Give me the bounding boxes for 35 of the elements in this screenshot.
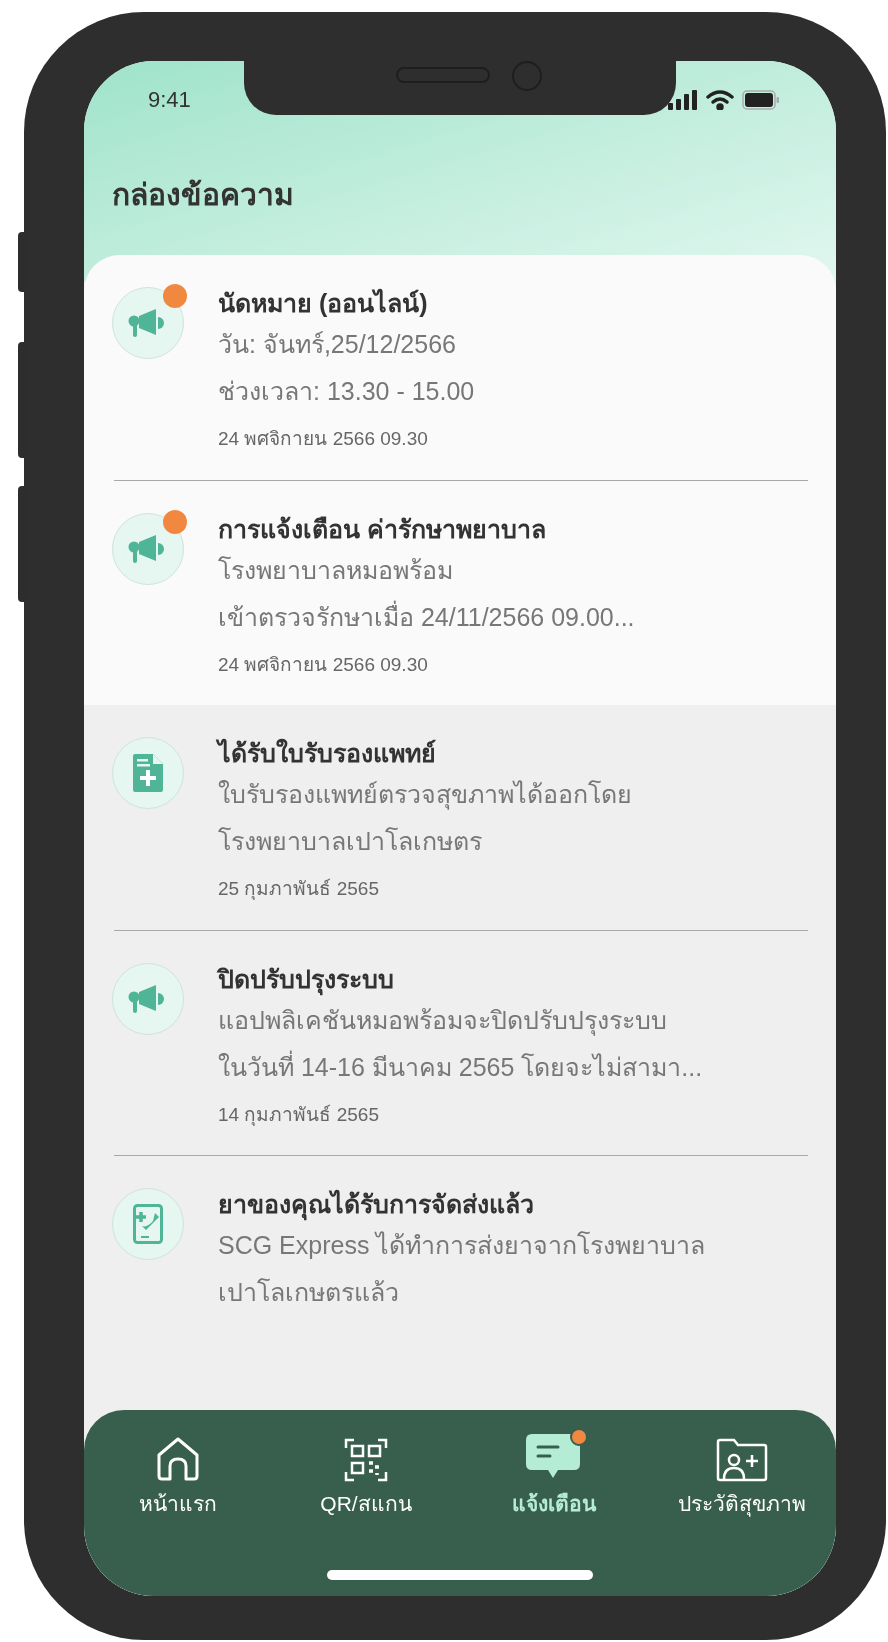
message-date: 24 พศจิกายน 2566 09.30 bbox=[218, 427, 429, 451]
wifi-icon bbox=[706, 89, 734, 110]
nav-tab[interactable]: QR/สแกน bbox=[281, 1432, 451, 1520]
page-title: กล่องข้อความ bbox=[112, 177, 295, 213]
nav-tab[interactable]: ประวัติสุขภาพ bbox=[657, 1432, 827, 1520]
message-item[interactable]: การแจ้งเตือน ค่ารักษาพยาบาล โรงพยาบาลหมอพร้อม เข้าตรวจรักษาเมื่อ 24/11/2566 09.00... 24 พศจิกายน 2566 09.30 bbox=[84, 480, 836, 705]
message-title: นัดหมาย (ออนไลน์) bbox=[218, 287, 429, 319]
status-time: 9:41 bbox=[148, 86, 191, 114]
message-text: ใบรับรองแพทย์ตรวจสุขภาพได้ออกโดย bbox=[218, 779, 632, 812]
phone-medical-icon bbox=[133, 1204, 163, 1244]
message-item[interactable]: นัดหมาย (ออนไลน์) วัน: จันทร์,25/12/2566 ช่วงเวลา: 13.30 - 15.00 24 พศจิกายน 2566 09.30 bbox=[84, 255, 836, 481]
message-title: การแจ้งเตือน ค่ารักษาพยาบาล bbox=[218, 513, 547, 545]
message-title: ยาของคุณได้รับการจัดส่งแล้ว bbox=[218, 1186, 706, 1222]
message-date: 25 กุมภาพันธ์ 2565 bbox=[218, 877, 380, 902]
message-text: วัน: จันทร์,25/12/2566 bbox=[218, 329, 457, 360]
qr-code-icon bbox=[344, 1438, 388, 1482]
message-title: ปิดปรับปรุงระบบ bbox=[218, 960, 703, 997]
nav-tab[interactable]: แจ้งเตือน bbox=[469, 1432, 639, 1520]
message-text: ในวันที่ 14-16 มีนาคม 2565 โดยจะไม่สามา... bbox=[218, 1049, 703, 1083]
message-text: แอปพลิเคชันหมอพร้อมจะปิดปรับปรุงระบบ bbox=[218, 1004, 668, 1038]
message-text: เข้าตรวจรักษาเมื่อ 24/11/2566 09.00... bbox=[218, 599, 635, 633]
folder-person-icon bbox=[716, 1438, 768, 1482]
message-title: ได้รับใบรับรองแพทย์ bbox=[218, 737, 437, 769]
signal-icon bbox=[668, 89, 698, 110]
message-text: โรงพยาบาลเปาโลเกษตร bbox=[218, 826, 483, 857]
message-date: 24 พศจิกายน 2566 09.30 bbox=[218, 652, 429, 677]
message-text: SCG Express ได้ทำการส่งยาจากโรงพยาบาล bbox=[218, 1230, 706, 1261]
nav-tab[interactable]: หน้าแรก bbox=[93, 1432, 263, 1520]
message-text: ช่วงเวลา: 13.30 - 15.00 bbox=[218, 376, 475, 407]
message-date: 14 กุมภาพันธ์ 2565 bbox=[218, 1102, 380, 1128]
message-text: เปาโลเกษตรแล้ว bbox=[218, 1277, 400, 1308]
home-icon bbox=[155, 1436, 201, 1482]
battery-icon bbox=[742, 89, 780, 110]
document-plus-icon bbox=[133, 754, 163, 792]
message-text: โรงพยาบาลหมอพร้อม bbox=[218, 554, 454, 586]
